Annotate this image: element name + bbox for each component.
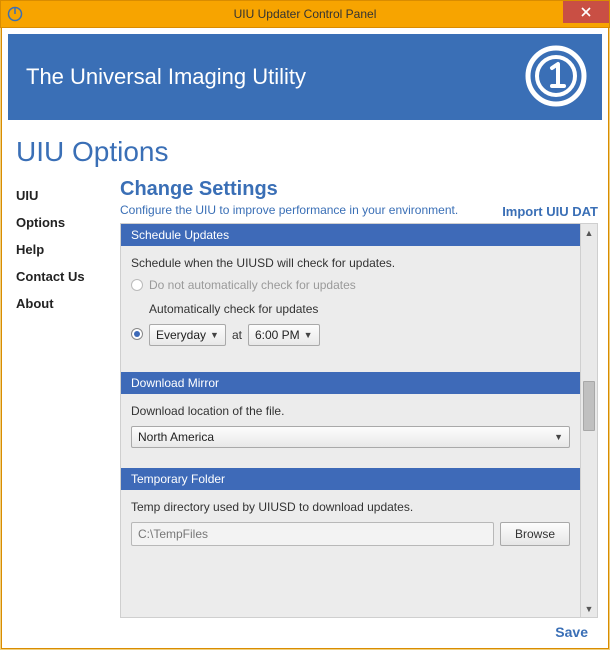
mirror-select[interactable]: North America ▼ xyxy=(131,426,570,448)
group-schedule: Schedule Updates Schedule when the UIUSD… xyxy=(121,224,580,362)
chevron-down-icon: ▼ xyxy=(554,432,563,442)
radio-auto-label: Automatically check for updates xyxy=(149,302,570,316)
group-temp: Temporary Folder Temp directory used by … xyxy=(121,468,580,556)
scroll-up-icon[interactable]: ▲ xyxy=(581,224,597,241)
window-title: UIU Updater Control Panel xyxy=(1,7,609,21)
page-heading: UIU Options xyxy=(16,136,602,168)
chevron-down-icon: ▼ xyxy=(210,330,219,340)
at-label: at xyxy=(232,328,242,342)
group-temp-header: Temporary Folder xyxy=(121,468,580,490)
sidebar-item-about[interactable]: About xyxy=(16,290,116,317)
app-icon xyxy=(5,4,25,24)
sidebar-item-contact[interactable]: Contact Us xyxy=(16,263,116,290)
group-mirror-header: Download Mirror xyxy=(121,372,580,394)
browse-button[interactable]: Browse xyxy=(500,522,570,546)
radio-auto[interactable] xyxy=(131,328,143,340)
mirror-value: North America xyxy=(138,430,214,444)
content-title: Change Settings xyxy=(120,178,458,201)
settings-panel: Schedule Updates Schedule when the UIUSD… xyxy=(120,223,581,618)
time-value: 6:00 PM xyxy=(255,328,300,342)
schedule-desc: Schedule when the UIUSD will check for u… xyxy=(131,256,570,270)
scrollbar[interactable]: ▲ ▼ xyxy=(581,223,598,618)
temp-desc: Temp directory used by UIUSD to download… xyxy=(131,500,570,514)
import-dat-link[interactable]: Import UIU DAT xyxy=(502,204,598,219)
scroll-down-icon[interactable]: ▼ xyxy=(581,600,597,617)
banner-title: The Universal Imaging Utility xyxy=(26,64,306,90)
radio-no-auto[interactable] xyxy=(131,279,143,291)
radio-no-auto-label: Do not automatically check for updates xyxy=(149,278,356,292)
window-frame: The Universal Imaging Utility UIU Option… xyxy=(1,28,609,649)
banner: The Universal Imaging Utility xyxy=(8,34,602,120)
titlebar: UIU Updater Control Panel xyxy=(0,0,610,28)
temp-path-input[interactable]: C:\TempFiles xyxy=(131,522,494,546)
sidebar: UIU Options Help Contact Us About xyxy=(8,176,120,642)
sidebar-item-options[interactable]: Options xyxy=(16,209,116,236)
frequency-select[interactable]: Everyday ▼ xyxy=(149,324,226,346)
close-button[interactable] xyxy=(563,1,609,23)
scroll-thumb[interactable] xyxy=(583,381,595,431)
frequency-value: Everyday xyxy=(156,328,206,342)
sidebar-item-help[interactable]: Help xyxy=(16,236,116,263)
group-schedule-header: Schedule Updates xyxy=(121,224,580,246)
scroll-track[interactable] xyxy=(581,241,597,600)
group-mirror: Download Mirror Download location of the… xyxy=(121,372,580,458)
sidebar-item-uiu[interactable]: UIU xyxy=(16,182,116,209)
content-subtitle: Configure the UIU to improve performance… xyxy=(120,203,458,217)
mirror-desc: Download location of the file. xyxy=(131,404,570,418)
banner-logo-icon xyxy=(524,44,588,113)
save-link[interactable]: Save xyxy=(555,624,588,640)
chevron-down-icon: ▼ xyxy=(304,330,313,340)
time-select[interactable]: 6:00 PM ▼ xyxy=(248,324,320,346)
